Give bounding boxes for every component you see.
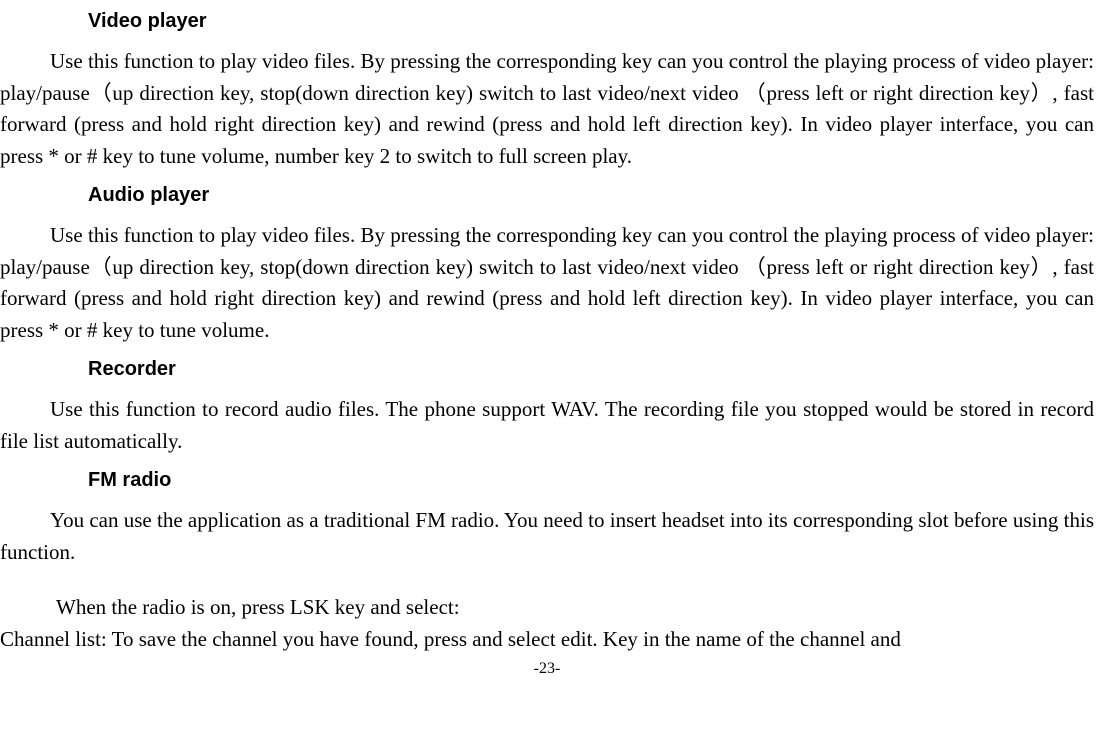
paragraph-recorder: Use this function to record audio files.… (0, 394, 1094, 457)
paragraph-audio-player: Use this function to play video files. B… (0, 220, 1094, 346)
page-number: -23- (0, 657, 1094, 681)
heading-video-player: Video player (88, 6, 1094, 36)
paragraph-fm-radio-2: When the radio is on, press LSK key and … (0, 592, 1094, 624)
paragraph-video-player: Use this function to play video files. B… (0, 46, 1094, 172)
paragraph-fm-radio-1: You can use the application as a traditi… (0, 505, 1094, 568)
heading-fm-radio: FM radio (88, 465, 1094, 495)
heading-audio-player: Audio player (88, 180, 1094, 210)
heading-recorder: Recorder (88, 354, 1094, 384)
paragraph-fm-radio-3: Channel list: To save the channel you ha… (0, 624, 1094, 656)
